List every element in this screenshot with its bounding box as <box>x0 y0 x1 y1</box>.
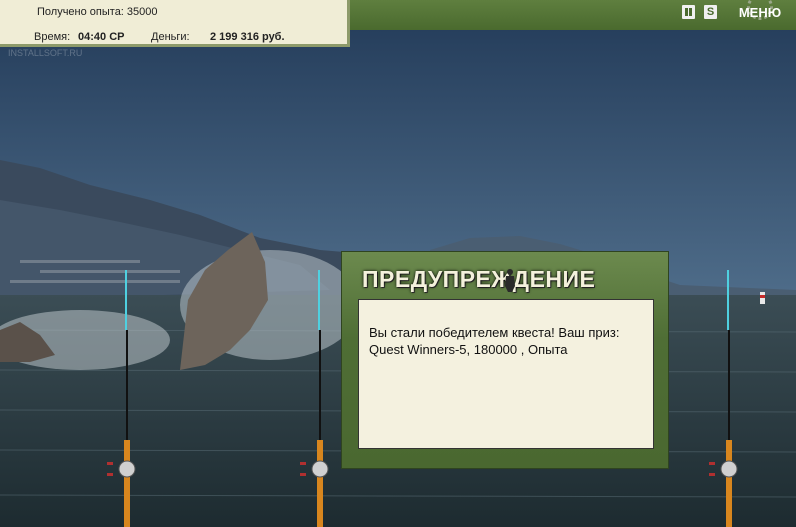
fishing-reel-icon <box>709 460 738 478</box>
fishing-reel-icon <box>107 460 136 478</box>
fishing-rod-1[interactable] <box>105 270 145 527</box>
watermark: INSTALLSOFT.RU <box>8 48 83 58</box>
money-label: Деньги: <box>151 31 190 43</box>
money-value: 2 199 316 руб. <box>210 31 285 43</box>
menu-button[interactable]: МЕНЮ <box>732 3 788 23</box>
dialog-message-line-1: Вы стали победителем квеста! Ваш приз: <box>369 325 620 340</box>
sound-icon[interactable]: S <box>704 5 717 19</box>
fisherman-icon <box>505 269 515 292</box>
warning-dialog: ПРЕДУПРЕЖДЕНИЕ Вы стали победителем квес… <box>341 251 669 469</box>
dialog-title: ПРЕДУПРЕЖДЕНИЕ <box>362 266 596 292</box>
status-panel: Получено опыта: 35000 Время: 04:40 СР Де… <box>0 0 350 47</box>
pause-icon[interactable] <box>682 5 695 19</box>
fishing-rod-2[interactable] <box>298 270 338 527</box>
status-row: Время: 04:40 СР Деньги: 2 199 316 руб. <box>34 31 285 43</box>
time-value: 04:40 СР <box>78 31 125 43</box>
fishing-rod-3[interactable] <box>707 270 747 527</box>
time-label: Время: <box>34 31 71 43</box>
fishing-reel-icon <box>300 460 329 478</box>
dialog-message-box: Вы стали победителем квеста! Ваш приз: Q… <box>358 299 654 449</box>
experience-text: Получено опыта: 35000 <box>37 6 158 18</box>
dialog-message-line-2: Quest Winners-5, 180000 , Опыта <box>369 342 568 357</box>
